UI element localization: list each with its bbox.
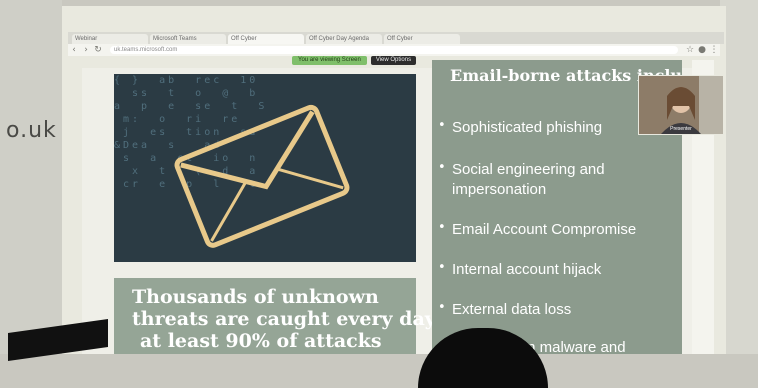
bullet-text: External data loss xyxy=(452,301,572,318)
view-options-button[interactable]: View Options xyxy=(370,56,417,65)
bullet-icon: • xyxy=(438,220,446,235)
tab-label: Microsoft Teams xyxy=(153,36,197,42)
bullet-icon: • xyxy=(438,118,446,133)
back-icon[interactable]: ‹ xyxy=(68,45,80,55)
bullet-icon: • xyxy=(438,260,446,275)
room-wall-left: o.uk xyxy=(0,0,62,354)
browser-tab[interactable]: Off Cyber xyxy=(384,34,460,44)
participant-video[interactable]: Presenter xyxy=(638,75,724,135)
envelope-icon xyxy=(174,104,350,248)
profile-icon[interactable]: ● xyxy=(696,45,708,55)
browser-tab-active[interactable]: Off Cyber xyxy=(228,34,304,44)
star-icon[interactable]: ☆ xyxy=(684,45,696,55)
list-item: • Internal account hijack xyxy=(438,260,601,280)
bullet-text: Internal account hijack xyxy=(452,261,602,278)
list-item: • Social engineering and xyxy=(438,160,605,180)
callout-line: Thousands of unknown xyxy=(132,286,379,308)
browser-tab[interactable]: Microsoft Teams xyxy=(150,34,226,44)
browser-tab[interactable]: Webinar xyxy=(72,34,148,44)
tab-label: Webinar xyxy=(75,36,98,42)
bullet-text: impersonation xyxy=(452,181,547,198)
forward-icon[interactable]: › xyxy=(80,45,92,55)
address-bar[interactable]: uk.teams.microsoft.com xyxy=(110,46,678,54)
tab-label: Off Cyber Day Agenda xyxy=(309,36,369,42)
menu-icon[interactable]: ⋮ xyxy=(708,45,720,55)
browser-tab[interactable]: Off Cyber Day Agenda xyxy=(306,34,382,44)
list-item: • Email Account Compromise xyxy=(438,220,636,240)
stat-callout: Thousands of unknown threats are caught … xyxy=(114,278,436,354)
list-item: • Sophisticated phishing xyxy=(438,118,602,138)
participant-name: Presenter xyxy=(670,126,692,132)
share-status-label: You are viewing Screen xyxy=(292,56,367,65)
list-item-continued: impersonation xyxy=(452,180,546,200)
whiteboard-text: o.uk xyxy=(6,118,57,143)
screen-share-bar: You are viewing Screen View Options xyxy=(292,56,417,65)
email-envelope-image: { } ab rec 10 ss t o @ b a p e se t S m:… xyxy=(114,74,416,262)
bullet-text: Social engineering and xyxy=(452,161,605,178)
callout-line: threats are caught every day xyxy=(132,308,436,330)
list-item: • External data loss xyxy=(438,300,571,320)
browser-toolbar: ‹ › ↻ uk.teams.microsoft.com ☆ ● ⋮ xyxy=(68,44,720,56)
reload-icon[interactable]: ↻ xyxy=(92,45,104,55)
projected-screen: Webinar Microsoft Teams Off Cyber Off Cy… xyxy=(62,6,726,354)
callout-line: at least 90% of attacks xyxy=(140,330,382,352)
bullet-icon: • xyxy=(438,160,446,175)
bullet-text: Sophisticated phishing xyxy=(452,119,603,136)
tab-label: Off Cyber xyxy=(387,36,413,42)
browser-tabstrip: Webinar Microsoft Teams Off Cyber Off Cy… xyxy=(68,32,724,44)
tab-label: Off Cyber xyxy=(231,36,257,42)
bullet-icon: • xyxy=(438,300,446,315)
presentation-slide: { } ab rec 10 ss t o @ b a p e se t S m:… xyxy=(82,60,714,354)
bullet-text: Email Account Compromise xyxy=(452,221,637,238)
